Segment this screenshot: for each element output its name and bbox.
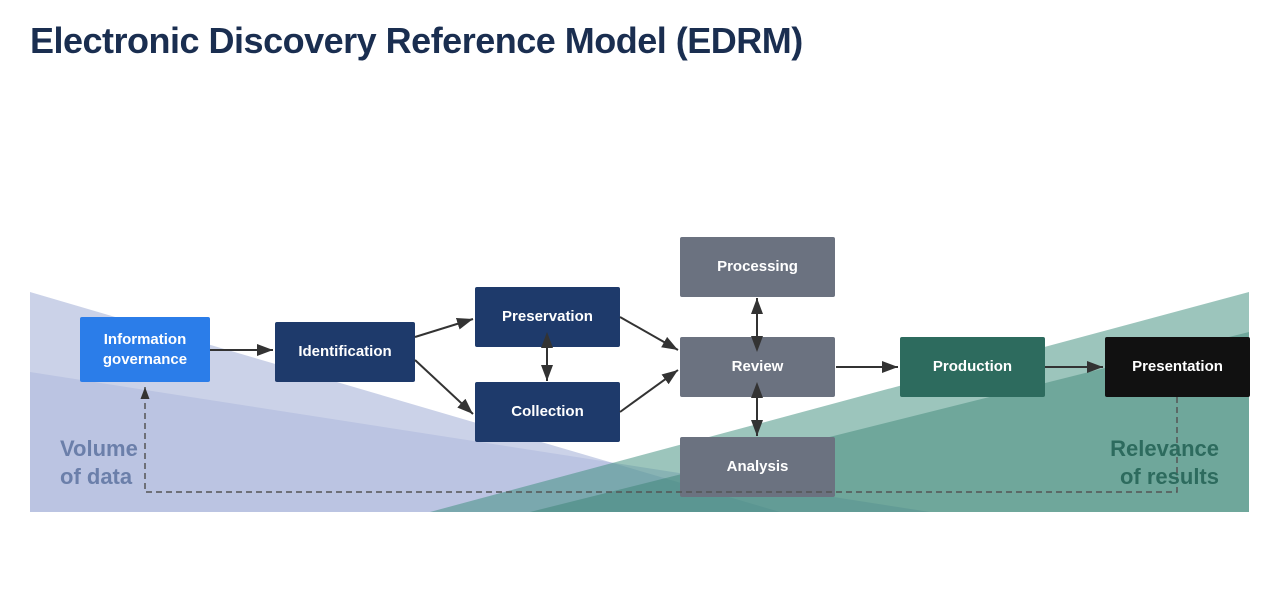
production-node: Production (900, 337, 1045, 397)
info-governance-node: Information governance (80, 317, 210, 382)
relevance-label: Relevance of results (1110, 435, 1219, 492)
analysis-node: Analysis (680, 437, 835, 497)
identification-node: Identification (275, 322, 415, 382)
preservation-node: Preservation (475, 287, 620, 347)
review-node: Review (680, 337, 835, 397)
page-title: Electronic Discovery Reference Model (ED… (30, 20, 1249, 62)
nodes-layer: Information governance Identification Pr… (30, 92, 1249, 512)
main-container: Electronic Discovery Reference Model (ED… (0, 0, 1279, 593)
processing-node: Processing (680, 237, 835, 297)
presentation-node: Presentation (1105, 337, 1250, 397)
collection-node: Collection (475, 382, 620, 442)
volume-label: Volume of data (60, 435, 138, 492)
arrows-overlay (30, 92, 1249, 512)
diagram-area: Information governance Identification Pr… (30, 92, 1249, 512)
